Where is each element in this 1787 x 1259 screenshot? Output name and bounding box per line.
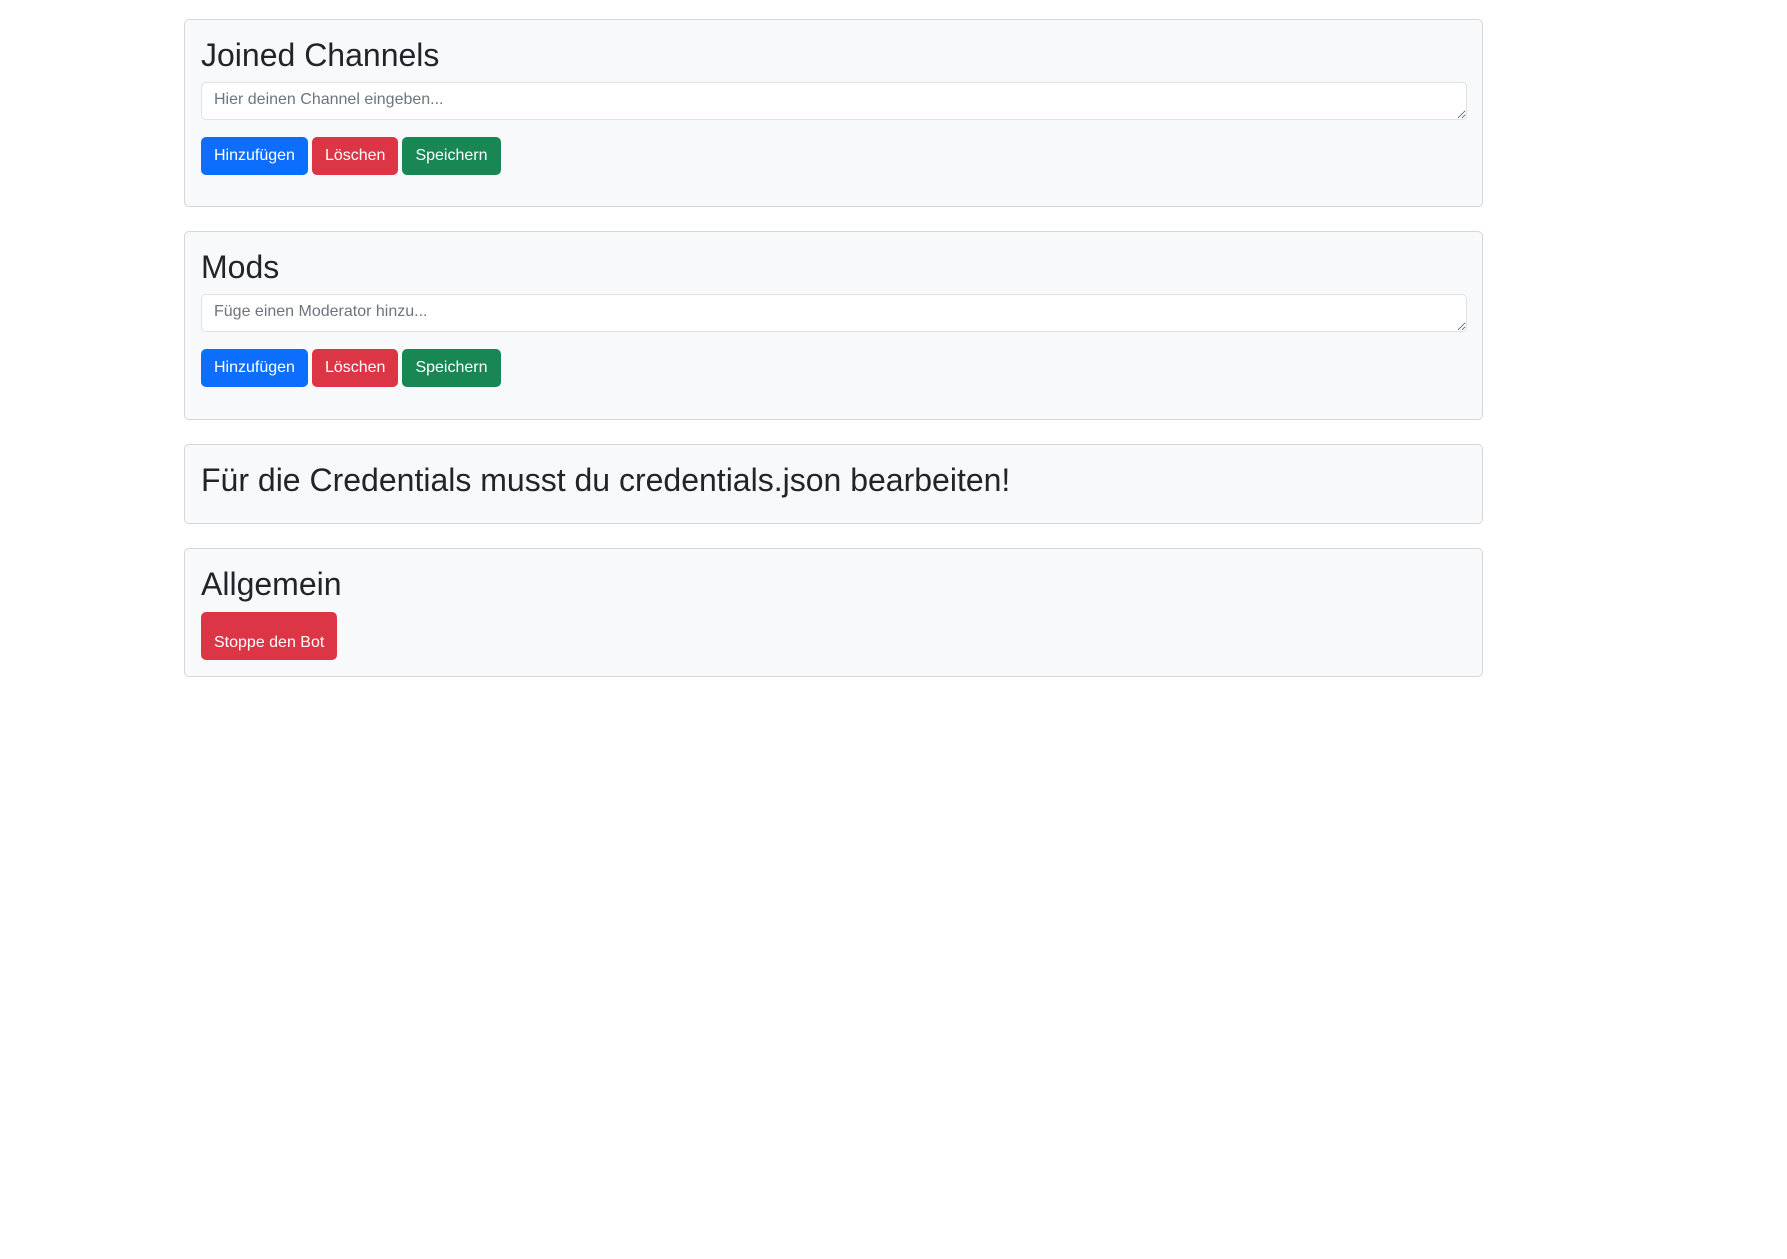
credentials-card: Für die Credentials musst du credentials… (184, 444, 1483, 524)
moderator-input[interactable] (201, 294, 1467, 332)
stop-bot-button[interactable]: Stoppe den Bot (201, 612, 338, 660)
joined-channels-card: Joined Channels Hinzufügen Löschen Speic… (184, 19, 1483, 207)
mods-card: Mods Hinzufügen Löschen Speichern (184, 231, 1483, 420)
channel-button-row: Hinzufügen Löschen Speichern (201, 137, 1466, 175)
mods-button-row: Hinzufügen Löschen Speichern (201, 349, 1466, 387)
save-mods-button[interactable]: Speichern (402, 349, 501, 387)
add-channel-button[interactable]: Hinzufügen (201, 137, 308, 175)
channel-input[interactable] (201, 82, 1467, 120)
save-channels-button[interactable]: Speichern (402, 137, 501, 175)
credentials-notice: Für die Credentials musst du credentials… (201, 462, 1011, 498)
general-title: Allgemein (201, 566, 342, 602)
joined-channels-title: Joined Channels (201, 37, 440, 73)
mods-title: Mods (201, 249, 280, 285)
general-card: Allgemein Stoppe den Bot (184, 548, 1483, 677)
delete-mod-button[interactable]: Löschen (311, 349, 399, 387)
delete-channel-button[interactable]: Löschen (311, 137, 399, 175)
add-mod-button[interactable]: Hinzufügen (201, 349, 308, 387)
settings-container: Joined Channels Hinzufügen Löschen Speic… (184, 19, 1483, 701)
